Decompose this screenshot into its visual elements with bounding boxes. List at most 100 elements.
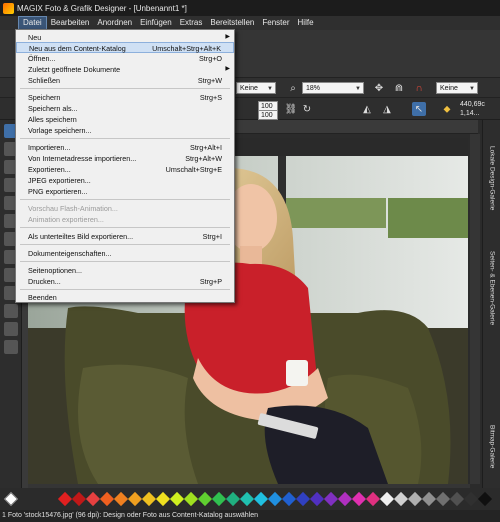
menu-item-page-options[interactable]: Seitenoptionen...: [16, 265, 234, 276]
title-bar: MAGIX Foto & Grafik Designer - [Unbenann…: [0, 0, 500, 16]
menu-item-export-png[interactable]: PNG exportieren...: [16, 186, 234, 197]
no-color-swatch[interactable]: [3, 491, 19, 507]
menu-item-label: Importieren...: [28, 143, 71, 152]
fill-tool-icon[interactable]: [4, 322, 18, 336]
gallery-panel: Lokale Design-Galerie Seiten- & Ebenen-G…: [482, 120, 500, 510]
menu-separator: [20, 88, 230, 89]
chevron-down-icon: ▼: [469, 86, 475, 92]
rotate-icon[interactable]: ↻: [300, 102, 314, 116]
status-text: 1 Foto 'stock15476.jpg' (96 dpi): Design…: [2, 512, 258, 519]
tab-pages-layers-gallery[interactable]: Seiten- & Ebenen-Galerie: [486, 238, 498, 338]
color-swatch[interactable]: [407, 491, 423, 507]
color-swatch[interactable]: [365, 491, 381, 507]
snap-select-value: Keine: [440, 85, 458, 92]
menu-item-label: JPEG exportieren...: [28, 176, 91, 185]
menu-item-label: Speichern: [28, 93, 61, 102]
menu-extras[interactable]: Extras: [176, 16, 207, 30]
menu-item-import-url[interactable]: Von Internetadresse importieren... Strg+…: [16, 153, 234, 164]
zoom-select[interactable]: 18% ▼: [302, 82, 364, 94]
menu-item-save-template[interactable]: Vorlage speichern...: [16, 125, 234, 136]
color-swatch[interactable]: [183, 491, 199, 507]
color-swatch[interactable]: [85, 491, 101, 507]
menu-item-export-sliced[interactable]: Als unterteiltes Bild exportieren... Str…: [16, 231, 234, 242]
color-swatch[interactable]: [71, 491, 87, 507]
menu-item-label: Schließen: [28, 76, 60, 85]
menu-item-label: Von Internetadresse importieren...: [28, 154, 137, 163]
menu-bearbeiten[interactable]: Bearbeiten: [47, 16, 94, 30]
color-swatch[interactable]: [197, 491, 213, 507]
color-swatch[interactable]: [57, 491, 73, 507]
tab-local-design-gallery[interactable]: Lokale Design-Galerie: [486, 128, 498, 228]
color-swatch[interactable]: [477, 491, 493, 507]
magnet-icon[interactable]: ∩: [412, 81, 426, 95]
menu-item-new-from-catalog[interactable]: Neu aus dem Content-Katalog Umschalt+Str…: [16, 42, 234, 53]
lock-aspect-icon[interactable]: ⛓: [284, 102, 298, 116]
color-swatch[interactable]: [169, 491, 185, 507]
menu-bereitstellen[interactable]: Bereitstellen: [206, 16, 258, 30]
color-swatch[interactable]: [99, 491, 115, 507]
menu-einfuegen[interactable]: Einfügen: [136, 16, 176, 30]
font-select[interactable]: Keine ▼: [236, 82, 276, 94]
menu-item-export[interactable]: Exportieren... Umschalt+Strg+E: [16, 164, 234, 175]
color-swatch[interactable]: [211, 491, 227, 507]
color-swatch[interactable]: [463, 491, 479, 507]
tag-icon[interactable]: ⬥: [440, 102, 454, 116]
menu-item-label: Als unterteiltes Bild exportieren...: [28, 232, 134, 241]
menu-item-exit[interactable]: Beenden: [16, 292, 234, 303]
color-swatch[interactable]: [295, 491, 311, 507]
color-swatch[interactable]: [323, 491, 339, 507]
color-swatch[interactable]: [449, 491, 465, 507]
pan-icon[interactable]: ✥: [372, 81, 386, 95]
menu-item-print[interactable]: Drucken... Strg+P: [16, 276, 234, 287]
color-swatch[interactable]: [393, 491, 409, 507]
menu-item-document-properties[interactable]: Dokumenteigenschaften...: [16, 248, 234, 259]
color-swatch[interactable]: [281, 491, 297, 507]
select-tool-icon[interactable]: ↖: [412, 102, 426, 116]
color-swatch[interactable]: [337, 491, 353, 507]
menu-item-export-jpeg[interactable]: JPEG exportieren...: [16, 175, 234, 186]
menu-item-label: Exportieren...: [28, 165, 71, 174]
menu-fenster[interactable]: Fenster: [258, 16, 293, 30]
color-swatch[interactable]: [379, 491, 395, 507]
submenu-arrow-icon: ▶: [225, 66, 230, 72]
menu-item-shortcut: Umschalt+Strg+E: [165, 165, 222, 174]
menu-item-label: Speichern als...: [28, 104, 78, 113]
menu-item-save-as[interactable]: Speichern als...: [16, 103, 234, 114]
height-field[interactable]: 100: [258, 110, 278, 120]
menu-datei[interactable]: Datei: [18, 16, 47, 30]
menu-item-recent[interactable]: Zuletzt geöffnete Dokumente ▶: [16, 64, 234, 75]
color-swatch[interactable]: [113, 491, 129, 507]
menu-item-close[interactable]: Schließen Strg+W: [16, 75, 234, 86]
color-swatch[interactable]: [155, 491, 171, 507]
zoom-icon[interactable]: ⌕: [286, 81, 300, 95]
font-select-value: Keine: [240, 85, 258, 92]
color-swatch[interactable]: [239, 491, 255, 507]
flip-vertical-icon[interactable]: ◮: [380, 102, 394, 116]
color-swatch[interactable]: [253, 491, 269, 507]
menu-item-save[interactable]: Speichern Strg+S: [16, 92, 234, 103]
color-swatch[interactable]: [351, 491, 367, 507]
color-swatch[interactable]: [421, 491, 437, 507]
menu-item-open[interactable]: Öffnen... Strg+O: [16, 53, 234, 64]
tab-bitmap-gallery[interactable]: Bitmap-Galerie: [486, 412, 498, 482]
text-tool-icon[interactable]: [4, 304, 18, 318]
menu-item-shortcut: Strg+I: [202, 232, 222, 241]
app-logo-icon: [3, 2, 14, 14]
menu-hilfe[interactable]: Hilfe: [294, 16, 318, 30]
color-swatch[interactable]: [225, 491, 241, 507]
snap-select[interactable]: Keine ▼: [436, 82, 478, 94]
vertical-scrollbar[interactable]: [470, 134, 480, 484]
snap-icon[interactable]: ⋒: [392, 81, 406, 95]
menu-anordnen[interactable]: Anordnen: [93, 16, 136, 30]
color-swatch[interactable]: [141, 491, 157, 507]
color-swatch[interactable]: [267, 491, 283, 507]
chevron-down-icon: ▼: [355, 86, 361, 92]
color-swatch[interactable]: [309, 491, 325, 507]
flip-horizontal-icon[interactable]: ◭: [360, 102, 374, 116]
color-swatch[interactable]: [127, 491, 143, 507]
color-swatch[interactable]: [435, 491, 451, 507]
transparency-tool-icon[interactable]: [4, 340, 18, 354]
tab-label: Seiten- & Ebenen-Galerie: [488, 250, 496, 326]
menu-item-import[interactable]: Importieren... Strg+Alt+I: [16, 142, 234, 153]
menu-item-save-all[interactable]: Alles speichern: [16, 114, 234, 125]
